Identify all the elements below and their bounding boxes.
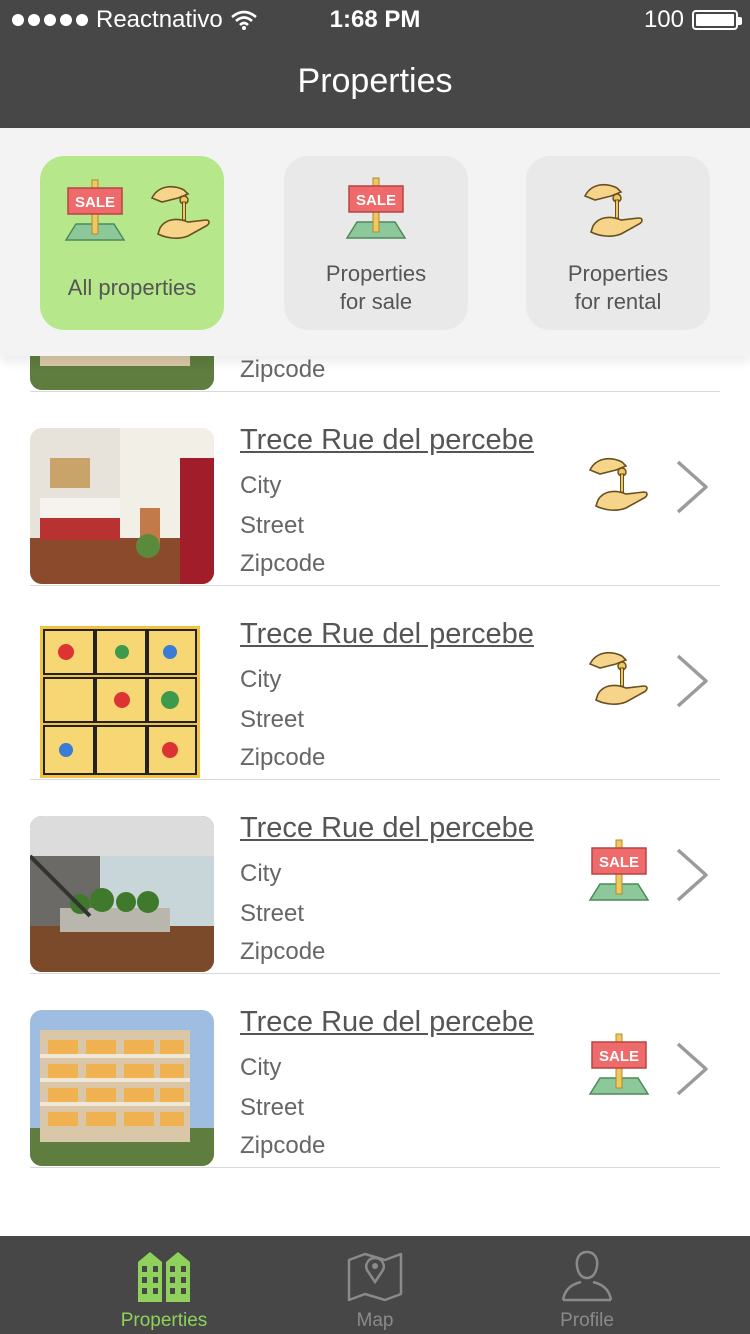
filter-properties-for-rental[interactable]: Properties for rental bbox=[526, 156, 710, 330]
row-divider bbox=[30, 1167, 720, 1168]
property-title[interactable]: Trece Rue del percebe bbox=[240, 424, 534, 457]
sale-sign-icon bbox=[586, 1032, 652, 1098]
filter-label: All properties bbox=[67, 275, 197, 300]
tab-bar: Properties Map Profile bbox=[0, 1236, 750, 1334]
property-photo bbox=[30, 816, 214, 972]
property-city: City bbox=[240, 472, 282, 499]
filter-label-line2: for rental bbox=[574, 289, 662, 314]
property-list[interactable]: Trece Rue del percebe City Street Zipcode Tr… bbox=[0, 356, 750, 1236]
chevron-right-icon[interactable] bbox=[672, 1040, 712, 1098]
tab-label: Profile bbox=[560, 1310, 614, 1331]
property-title[interactable]: Trece Rue del percebe bbox=[240, 812, 534, 845]
status-bar: Reactnativo 1:68 PM 100 bbox=[0, 0, 750, 40]
property-row[interactable]: Trece Rue del percebe City Street Zipcode bbox=[0, 392, 750, 586]
filter-label-line2: for sale bbox=[339, 289, 413, 314]
property-city: City bbox=[240, 1054, 282, 1081]
tab-profile[interactable]: Profile bbox=[462, 1236, 712, 1334]
status-right: 100 bbox=[643, 6, 742, 34]
property-row[interactable]: Trece Rue del percebeCityStreetZipcode bbox=[0, 356, 750, 392]
property-photo bbox=[30, 428, 214, 584]
property-city: City bbox=[240, 860, 282, 887]
page-title: Properties bbox=[297, 62, 453, 100]
map-icon bbox=[347, 1252, 403, 1302]
filter-label: Properties for sale bbox=[284, 260, 468, 316]
property-row[interactable]: Trece Rue del percebe City Street Zipcode bbox=[0, 780, 750, 974]
rent-hand-icon bbox=[586, 644, 652, 710]
rent-hand-icon bbox=[581, 176, 647, 242]
property-zipcode: Zipcode bbox=[240, 938, 326, 965]
sale-sign-icon bbox=[586, 838, 652, 904]
filter-label: Properties for rental bbox=[526, 260, 710, 316]
property-street: Street bbox=[240, 512, 305, 539]
property-list-content: Trece Rue del percebe City Street Zipcode Tr… bbox=[0, 356, 750, 1168]
property-zipcode: Zipcode bbox=[240, 1132, 326, 1159]
rent-hand-icon bbox=[586, 450, 652, 516]
property-city: City bbox=[240, 666, 282, 693]
filter-properties-for-sale[interactable]: Properties for sale bbox=[284, 156, 468, 330]
battery-percent: 100 bbox=[643, 6, 684, 33]
property-street: Street bbox=[240, 1094, 305, 1121]
property-zipcode: Zipcode bbox=[240, 356, 326, 383]
filter-all-properties[interactable]: All properties bbox=[40, 156, 224, 330]
property-street: Street bbox=[240, 900, 305, 927]
chevron-right-icon[interactable] bbox=[672, 846, 712, 904]
nav-header: Reactnativo 1:68 PM 100 Properties bbox=[0, 0, 750, 128]
property-row[interactable]: Trece Rue del percebe City Street Zipcode bbox=[0, 586, 750, 780]
filter-label-line1: Properties bbox=[567, 261, 669, 286]
property-row[interactable]: Trece Rue del percebe City Street Zipcode bbox=[0, 974, 750, 1168]
property-zipcode: Zipcode bbox=[240, 550, 326, 577]
sale-sign-icon bbox=[343, 176, 409, 242]
property-title[interactable]: Trece Rue del percebe bbox=[240, 1006, 534, 1039]
rent-hand-icon bbox=[148, 178, 214, 244]
property-photo bbox=[30, 356, 214, 390]
chevron-right-icon[interactable] bbox=[672, 458, 712, 516]
property-photo bbox=[30, 622, 214, 778]
status-time: 1:68 PM bbox=[329, 6, 421, 33]
chevron-right-icon[interactable] bbox=[672, 652, 712, 710]
filter-label-line1: Properties bbox=[325, 261, 427, 286]
filter-bar: All properties Properties for sale Prope… bbox=[0, 128, 750, 356]
profile-icon bbox=[561, 1250, 613, 1302]
buildings-icon bbox=[138, 1252, 190, 1302]
property-zipcode: Zipcode bbox=[240, 744, 326, 771]
sale-sign-icon bbox=[62, 178, 128, 244]
property-title[interactable]: Trece Rue del percebe bbox=[240, 618, 534, 651]
property-photo bbox=[30, 1010, 214, 1166]
battery-icon bbox=[692, 10, 742, 30]
property-street: Street bbox=[240, 706, 305, 733]
